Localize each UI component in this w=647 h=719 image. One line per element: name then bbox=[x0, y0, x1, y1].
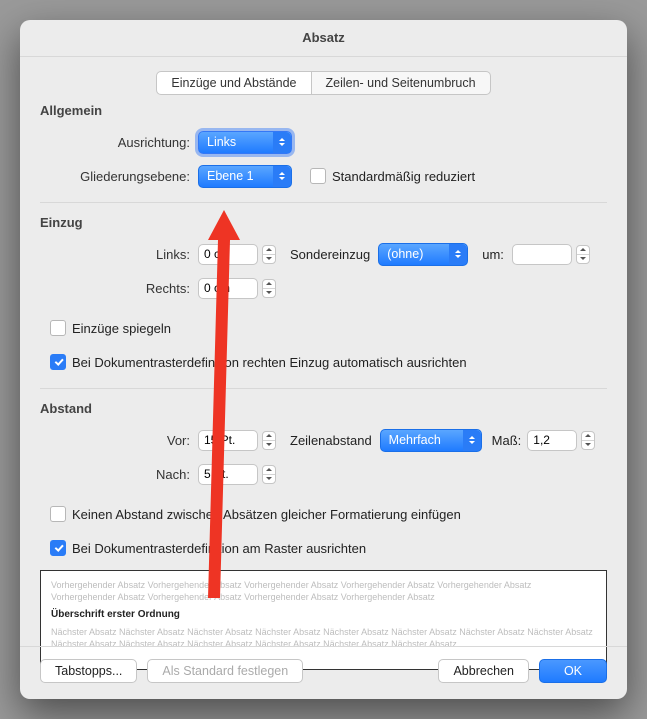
ok-button[interactable]: OK bbox=[539, 659, 607, 683]
tab-line-page-breaks[interactable]: Zeilen- und Seitenumbruch bbox=[312, 71, 491, 95]
space-before-field[interactable] bbox=[198, 430, 258, 451]
alignment-value: Links bbox=[207, 135, 236, 149]
preview-sample-text: Überschrift erster Ordnung bbox=[51, 609, 596, 620]
space-before-label: Vor: bbox=[40, 433, 198, 448]
preview-before-text: Vorhergehender Absatz Vorhergehender Abs… bbox=[51, 579, 596, 603]
stepper-icon[interactable] bbox=[576, 245, 590, 264]
dialog-title: Absatz bbox=[20, 20, 627, 57]
tab-bar: Einzüge und Abstände Zeilen- und Seitenu… bbox=[20, 71, 627, 95]
mirror-indents-checkbox[interactable]: Einzüge spiegeln bbox=[50, 320, 171, 336]
alignment-select[interactable]: Links bbox=[198, 131, 292, 154]
no-space-same-style-label: Keinen Abstand zwischen Absätzen gleiche… bbox=[72, 507, 461, 522]
section-general-title: Allgemein bbox=[40, 103, 607, 118]
space-after-label: Nach: bbox=[40, 467, 198, 482]
line-spacing-at-label: Maß: bbox=[492, 433, 522, 448]
set-default-button[interactable]: Als Standard festlegen bbox=[147, 659, 303, 683]
cancel-button[interactable]: Abbrechen bbox=[438, 659, 528, 683]
indent-left-stepper[interactable] bbox=[198, 244, 276, 265]
line-spacing-value: Mehrfach bbox=[389, 433, 441, 447]
stepper-icon[interactable] bbox=[581, 431, 595, 450]
stepper-icon[interactable] bbox=[262, 245, 276, 264]
spacing-grid-checkbox[interactable]: Bei Dokumentrasterdefinition am Raster a… bbox=[50, 540, 366, 556]
section-indent-title: Einzug bbox=[40, 215, 607, 230]
indent-right-stepper[interactable] bbox=[198, 278, 276, 299]
tab-indents-spacing[interactable]: Einzüge und Abstände bbox=[156, 71, 311, 95]
indent-right-label: Rechts: bbox=[40, 281, 198, 296]
dialog-footer: Tabstopps... Als Standard festlegen Abbr… bbox=[20, 646, 627, 699]
alignment-label: Ausrichtung: bbox=[40, 135, 198, 150]
special-indent-select[interactable]: (ohne) bbox=[378, 243, 468, 266]
line-spacing-at-stepper[interactable] bbox=[527, 430, 595, 451]
stepper-icon[interactable] bbox=[262, 465, 276, 484]
space-before-stepper[interactable] bbox=[198, 430, 276, 451]
indent-grid-label: Bei Dokumentrasterdefinition rechten Ein… bbox=[72, 355, 467, 370]
indent-left-label: Links: bbox=[40, 247, 198, 262]
line-spacing-select[interactable]: Mehrfach bbox=[380, 429, 482, 452]
line-spacing-at-field[interactable] bbox=[527, 430, 577, 451]
mirror-indents-label: Einzüge spiegeln bbox=[72, 321, 171, 336]
indent-by-stepper[interactable] bbox=[512, 244, 590, 265]
space-after-stepper[interactable] bbox=[198, 464, 276, 485]
stepper-icon[interactable] bbox=[262, 431, 276, 450]
indent-by-label: um: bbox=[482, 247, 504, 262]
stepper-icon[interactable] bbox=[262, 279, 276, 298]
spacing-grid-label: Bei Dokumentrasterdefinition am Raster a… bbox=[72, 541, 366, 556]
chevron-updown-icon bbox=[449, 244, 467, 265]
no-space-same-style-checkbox[interactable]: Keinen Abstand zwischen Absätzen gleiche… bbox=[50, 506, 461, 522]
chevron-updown-icon bbox=[273, 166, 291, 187]
outline-level-select[interactable]: Ebene 1 bbox=[198, 165, 292, 188]
chevron-updown-icon bbox=[463, 430, 481, 451]
indent-left-field[interactable] bbox=[198, 244, 258, 265]
chevron-updown-icon bbox=[273, 132, 291, 153]
section-spacing-title: Abstand bbox=[40, 401, 607, 416]
collapsed-by-default-label: Standardmäßig reduziert bbox=[332, 169, 475, 184]
indent-by-field[interactable] bbox=[512, 244, 572, 265]
collapsed-by-default-checkbox[interactable]: Standardmäßig reduziert bbox=[310, 168, 475, 184]
outline-level-label: Gliederungsebene: bbox=[40, 169, 198, 184]
space-after-field[interactable] bbox=[198, 464, 258, 485]
dialog-paragraph: Absatz Einzüge und Abstände Zeilen- und … bbox=[20, 20, 627, 699]
special-indent-label: Sondereinzug bbox=[290, 247, 370, 262]
line-spacing-label: Zeilenabstand bbox=[290, 433, 372, 448]
special-indent-value: (ohne) bbox=[387, 247, 423, 261]
tabstops-button[interactable]: Tabstopps... bbox=[40, 659, 137, 683]
indent-grid-checkbox[interactable]: Bei Dokumentrasterdefinition rechten Ein… bbox=[50, 354, 467, 370]
indent-right-field[interactable] bbox=[198, 278, 258, 299]
outline-level-value: Ebene 1 bbox=[207, 169, 254, 183]
